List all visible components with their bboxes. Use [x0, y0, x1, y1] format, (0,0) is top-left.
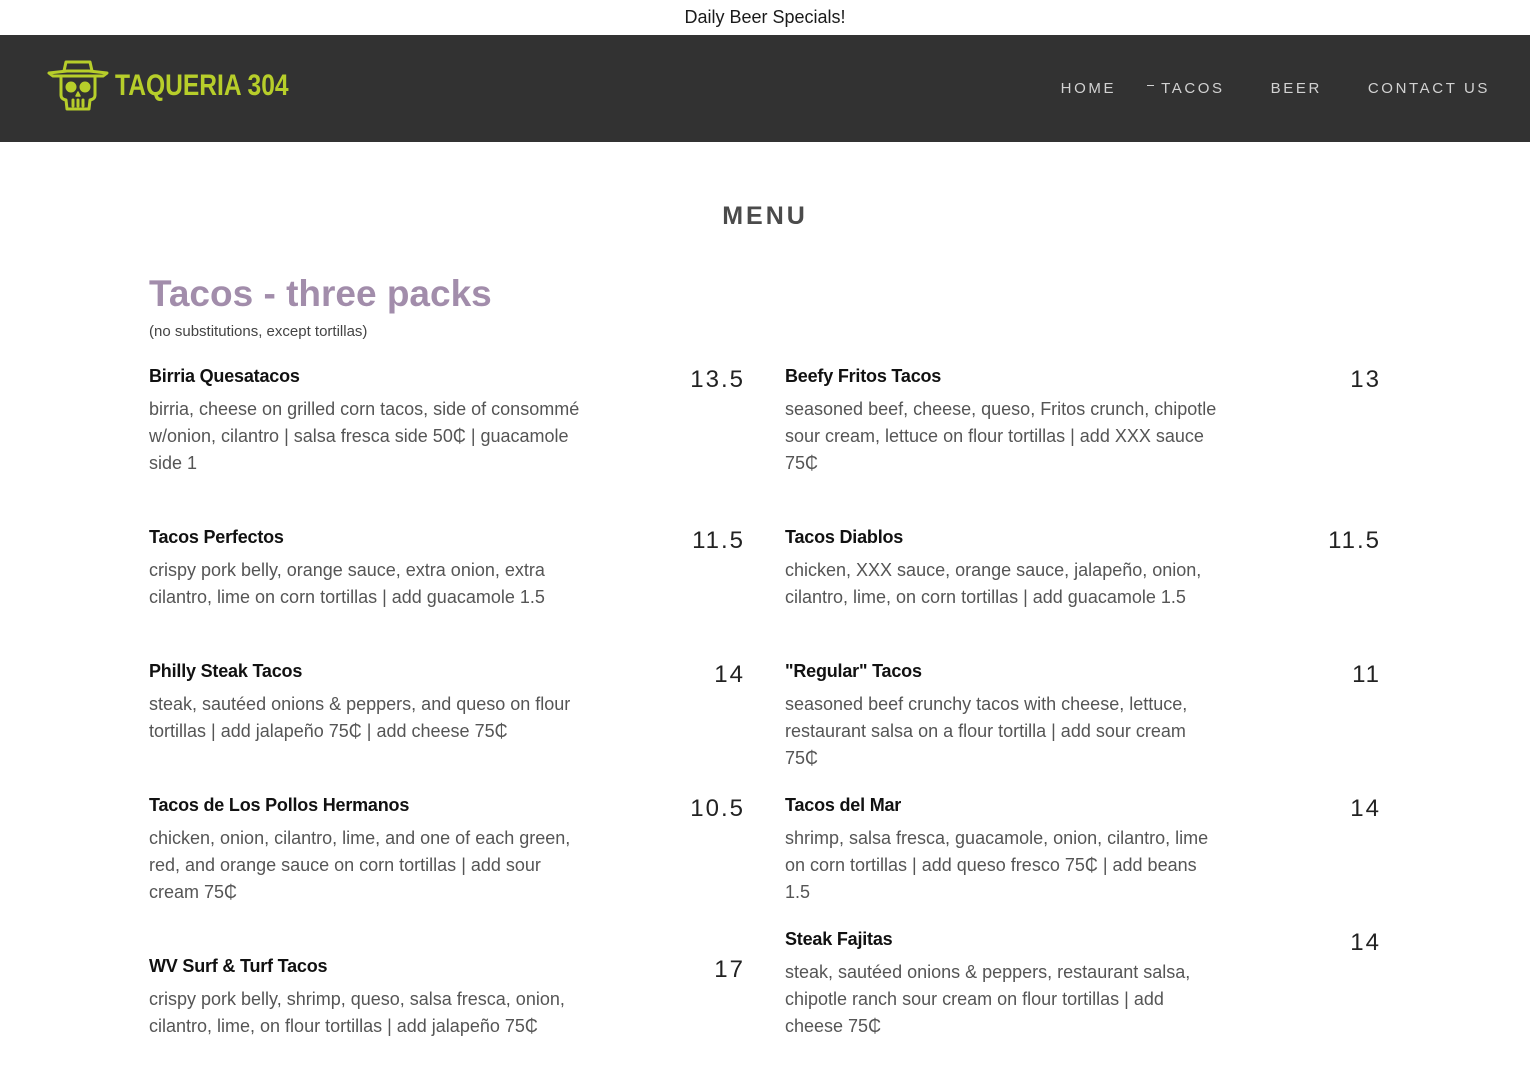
item-price: 14 [1350, 795, 1381, 822]
item-price: 13 [1350, 366, 1381, 393]
announcement-bar: Daily Beer Specials! [0, 0, 1530, 35]
active-indicator [1147, 85, 1155, 86]
nav-beer[interactable]: BEER [1271, 80, 1322, 97]
announcement-text: Daily Beer Specials! [684, 7, 846, 27]
item-price: 11.5 [1328, 527, 1381, 554]
item-name: Tacos Diablos [785, 527, 904, 547]
menu-item: Tacos de Los Pollos Hermanos 10.5 chicke… [149, 795, 745, 906]
item-description: steak, sautéed onions & peppers, and que… [149, 694, 571, 741]
main-nav: HOME TACOS BEER CONTACT US [1061, 35, 1490, 142]
item-name: Philly Steak Tacos [149, 661, 303, 681]
item-description: seasoned beef crunchy tacos with cheese,… [785, 694, 1188, 768]
menu-item: Tacos del Mar 14 shrimp, salsa fresca, g… [785, 795, 1381, 906]
item-name: Birria Quesatacos [149, 366, 300, 386]
item-description: steak, sautéed onions & peppers, restaur… [785, 962, 1191, 1036]
menu-item: Philly Steak Tacos 14 steak, sautéed oni… [149, 661, 745, 745]
page-title: MENU [722, 202, 808, 230]
nav-tacos-label: TACOS [1161, 80, 1225, 97]
menu-item: Birria Quesatacos 13.5 birria, cheese on… [149, 366, 745, 477]
item-description: shrimp, salsa fresca, guacamole, onion, … [785, 828, 1209, 902]
menu-item: "Regular" Tacos 11 seasoned beef crunchy… [785, 661, 1381, 772]
nav-contact-us[interactable]: CONTACT US [1368, 80, 1490, 97]
item-description: seasoned beef, cheese, queso, Fritos cru… [785, 399, 1217, 473]
item-name: Tacos Perfectos [149, 527, 284, 547]
item-price: 11 [1352, 661, 1381, 688]
item-description: birria, cheese on grilled corn tacos, si… [149, 399, 580, 473]
item-price: 17 [714, 956, 745, 983]
item-name: Steak Fajitas [785, 929, 893, 949]
item-name: "Regular" Tacos [785, 661, 922, 681]
item-name: WV Surf & Turf Tacos [149, 956, 328, 976]
skull-sombrero-icon [47, 59, 109, 113]
section-subtitle: (no substitutions, except tortillas) [149, 322, 368, 340]
site-header: TAQUERIA 304 HOME TACOS BEER CONTACT US [0, 35, 1530, 142]
item-name: Beefy Fritos Tacos [785, 366, 942, 386]
item-description: crispy pork belly, shrimp, queso, salsa … [149, 989, 565, 1036]
nav-home[interactable]: HOME [1061, 80, 1116, 97]
section-title: Tacos - three packs [149, 273, 492, 314]
item-name: Tacos de Los Pollos Hermanos [149, 795, 410, 815]
item-price: 14 [1350, 929, 1381, 956]
menu-item: Tacos Perfectos 11.5 crispy pork belly, … [149, 527, 745, 611]
item-description: crispy pork belly, orange sauce, extra o… [149, 560, 545, 607]
item-price: 14 [714, 661, 745, 688]
menu-item: Beefy Fritos Tacos 13 seasoned beef, che… [785, 366, 1381, 477]
menu-item: Tacos Diablos 11.5 chicken, XXX sauce, o… [785, 527, 1381, 611]
item-price: 10.5 [690, 795, 745, 822]
item-name: Tacos del Mar [785, 795, 902, 815]
menu-item: Steak Fajitas 14 steak, sautéed onions &… [785, 929, 1381, 1040]
item-description: chicken, XXX sauce, orange sauce, jalape… [785, 560, 1202, 607]
menu-section-header: Tacos - three packs (no substitutions, e… [149, 273, 1381, 340]
brand-logo[interactable]: TAQUERIA 304 [47, 59, 327, 113]
item-description: chicken, onion, cilantro, lime, and one … [149, 828, 571, 902]
item-price: 13.5 [690, 366, 745, 393]
nav-tacos[interactable]: TACOS [1147, 80, 1225, 97]
item-price: 11.5 [692, 527, 745, 554]
menu-item: WV Surf & Turf Tacos 17 crispy pork bell… [149, 956, 745, 1040]
brand-name: TAQUERIA 304 [115, 69, 289, 102]
